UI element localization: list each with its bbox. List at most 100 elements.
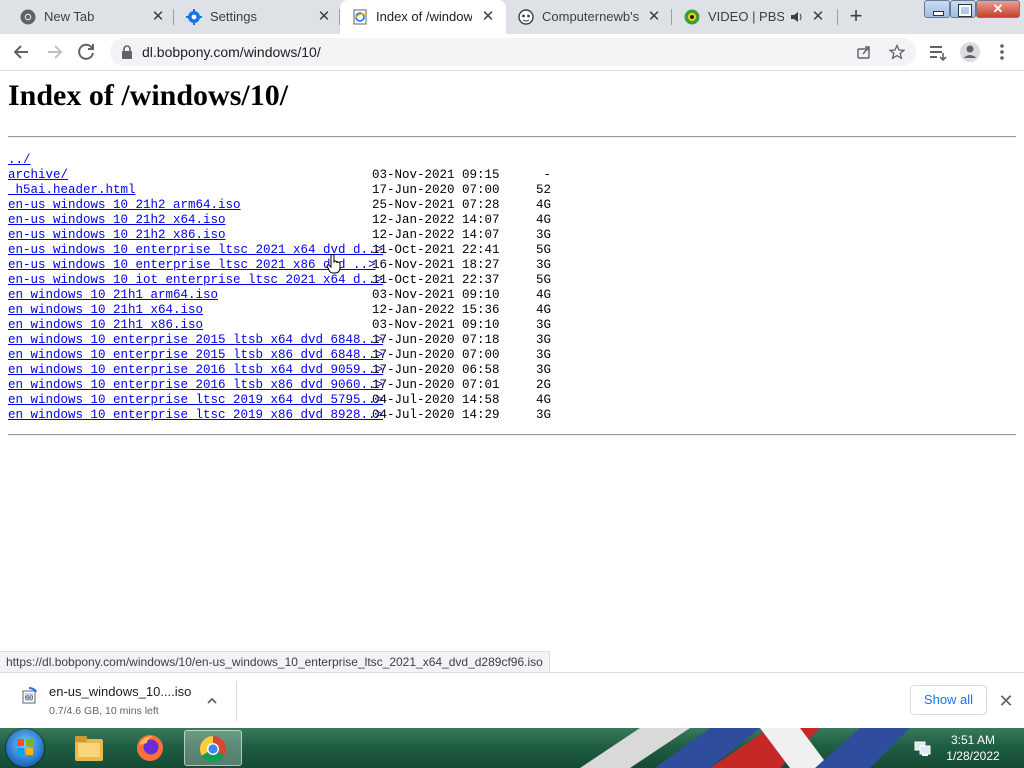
address-text[interactable]: dl.bobpony.com/windows/10/ [142,44,321,60]
file-size: 3G [535,318,551,332]
taskbar-file-explorer[interactable] [60,730,118,766]
system-clock[interactable]: 3:51 AM 1/28/2022 [938,732,1008,764]
file-date: 11-Oct-2021 22:37 [372,273,500,287]
tab-new-tab[interactable]: New Tab ✕ [8,0,174,34]
download-shelf: ISO en-us_windows_10....iso 0.7/4.6 GB, … [0,672,1024,729]
tab-title: Computernewb's In [542,9,642,24]
link-status-bubble: https://dl.bobpony.com/windows/10/en-us_… [0,651,550,672]
page-content: Index of /windows/10/ ../ archive/03-Nov… [0,71,1024,657]
tab-title: Settings [210,9,257,24]
new-tab-button[interactable]: + [845,5,867,28]
file-size: 5G [535,243,551,257]
file-date: 04-Jul-2020 14:29 [372,408,500,422]
close-tab-icon[interactable]: ✕ [480,9,496,25]
file-date: 12-Jan-2022 15:36 [372,303,500,317]
file-date: 17-Jun-2020 07:01 [372,378,500,392]
close-window-button[interactable]: ✕ [976,0,1020,18]
clock-time: 3:51 AM [950,733,996,747]
file-size: 3G [535,228,551,242]
tab-settings[interactable]: Settings ✕ [174,0,340,34]
file-link[interactable]: en_windows_10_21h1_x86.iso [8,318,203,333]
start-button[interactable] [6,729,44,767]
file-size: 4G [535,198,551,212]
close-shelf-icon[interactable]: ✕ [996,691,1016,711]
divider-top [8,136,1016,138]
show-all-downloads-button[interactable]: Show all [910,685,987,715]
file-link[interactable]: en-us_windows_10_21h2_x86.iso [8,228,226,243]
close-tab-icon[interactable]: ✕ [150,9,166,25]
file-link[interactable]: ../ [8,153,31,168]
file-date: 03-Nov-2021 09:15 [372,168,500,182]
file-date: 16-Nov-2021 18:27 [372,258,500,272]
ie-page-icon [353,9,367,25]
download-filename[interactable]: en-us_windows_10....iso [49,684,191,699]
close-tab-icon[interactable]: ✕ [316,9,332,25]
tab-title: Index of /windows [376,9,472,24]
file-date: 17-Jun-2020 07:18 [372,333,500,347]
file-explorer-icon [75,736,103,761]
tab-strip: New Tab ✕ Settings ✕ Index of /windows ✕… [0,0,1024,34]
menu-kebab-icon[interactable] [988,38,1016,66]
tab-title: VIDEO | PBS KI [708,9,784,24]
page-title: Index of /windows/10/ [8,79,289,112]
file-link[interactable]: en-us_windows_10_21h2_arm64.iso [8,198,241,213]
clock-date: 1/28/2022 [946,749,1000,763]
restore-button[interactable] [950,0,976,18]
file-size: 3G [535,333,551,347]
file-size: 52 [535,183,551,197]
file-date: 03-Nov-2021 09:10 [372,288,500,302]
share-icon[interactable] [856,44,872,60]
file-link[interactable]: en-us_windows_10_enterprise_ltsc_2021_x8… [8,258,376,273]
file-date: 12-Jan-2022 14:07 [372,228,500,242]
tab-computernewb[interactable]: Computernewb's In ✕ [506,0,672,34]
file-date: 03-Nov-2021 09:10 [372,318,500,332]
taskbar-firefox[interactable] [122,730,180,766]
network-tray-icon[interactable] [914,740,932,756]
browser-toolbar: dl.bobpony.com/windows/10/ [0,34,1024,71]
reload-icon[interactable] [72,38,100,66]
bookmark-star-icon[interactable] [889,44,905,60]
file-link[interactable]: en_windows_10_enterprise_2016_ltsb_x86_d… [8,378,383,393]
windows-logo-icon [17,739,33,755]
address-bar[interactable]: dl.bobpony.com/windows/10/ [110,38,916,66]
tab-index-of-windows[interactable]: Index of /windows ✕ [340,0,506,34]
file-date: 11-Oct-2021 22:41 [372,243,500,257]
file-date: 04-Jul-2020 14:58 [372,393,500,407]
iso-file-icon[interactable]: ISO [20,686,38,708]
file-size: 3G [535,258,551,272]
file-link[interactable]: _h5ai.header.html [8,183,136,198]
pbs-icon [684,9,700,25]
hand-cursor-icon [326,254,341,274]
file-size: 4G [535,213,551,227]
file-link[interactable]: en_windows_10_21h1_x64.iso [8,303,203,318]
file-link[interactable]: en_windows_10_enterprise_2015_ltsb_x86_d… [8,348,383,363]
chrome-icon [199,735,227,763]
file-link[interactable]: en-us_windows_10_21h2_x64.iso [8,213,226,228]
audio-playing-icon[interactable] [790,10,804,24]
file-link[interactable]: en_windows_10_enterprise_ltsc_2019_x64_d… [8,393,383,408]
file-size: - [543,168,551,182]
file-link[interactable]: en_windows_10_enterprise_ltsc_2019_x86_d… [8,408,383,423]
back-icon[interactable] [8,38,36,66]
divider-bottom [8,434,1016,436]
file-size: 4G [535,393,551,407]
close-tab-icon[interactable]: ✕ [810,9,826,25]
file-link[interactable]: en_windows_10_21h1_arm64.iso [8,288,218,303]
gear-icon [186,9,202,25]
lock-icon[interactable] [121,45,133,59]
file-link[interactable]: archive/ [8,168,68,183]
shelf-divider [236,681,237,721]
file-link[interactable]: en_windows_10_enterprise_2016_ltsb_x64_d… [8,363,383,378]
file-date: 17-Jun-2020 06:58 [372,363,500,377]
file-link[interactable]: en_windows_10_enterprise_2015_ltsb_x64_d… [8,333,383,348]
close-tab-icon[interactable]: ✕ [646,9,662,25]
file-link[interactable]: en-us_windows_10_iot_enterprise_ltsc_202… [8,273,383,288]
chevron-up-icon[interactable] [204,693,220,709]
forward-icon[interactable] [40,38,68,66]
profile-avatar-icon[interactable] [956,38,984,66]
reading-list-icon[interactable] [924,38,952,66]
bot-icon [518,9,534,25]
tab-pbs-kids[interactable]: VIDEO | PBS KI ✕ [672,0,838,34]
minimize-button[interactable] [924,0,950,18]
taskbar-chrome[interactable] [184,730,242,766]
